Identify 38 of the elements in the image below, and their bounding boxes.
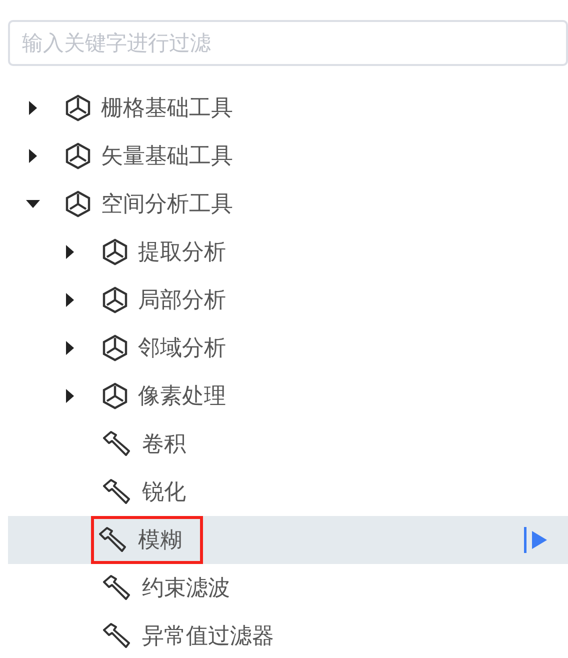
tree-label: 约束滤波 — [142, 575, 230, 603]
tree-row[interactable]: 提取分析 — [8, 228, 568, 276]
hammer-icon — [98, 526, 128, 554]
tree-row[interactable]: 邻域分析 — [8, 324, 568, 372]
cube-icon — [102, 238, 128, 266]
tree-row[interactable]: 锐化 — [8, 468, 568, 516]
hammer-icon — [102, 478, 132, 506]
selected-tree-row[interactable]: 模糊 — [8, 516, 568, 564]
hammer-icon — [102, 622, 132, 650]
cube-icon — [102, 286, 128, 314]
tree-row[interactable]: 卷积 — [8, 420, 568, 468]
tree-label: 提取分析 — [138, 239, 226, 267]
search-field[interactable]: 输入关键字进行过滤 — [8, 20, 568, 66]
run-icon — [523, 526, 549, 554]
tree-row[interactable]: 局部分析 — [8, 276, 568, 324]
tree-label: 异常值过滤器 — [142, 623, 274, 651]
cube-icon — [102, 382, 128, 410]
cube-icon — [65, 94, 91, 122]
tree-row[interactable]: 栅格基础工具 — [8, 84, 568, 132]
tree-label: 锐化 — [142, 479, 186, 507]
tree-label: 像素处理 — [138, 383, 226, 411]
tree-label: 模糊 — [138, 527, 182, 555]
tree-label: 局部分析 — [138, 287, 226, 315]
tree-row[interactable]: 约束滤波 — [8, 564, 568, 612]
tree-label: 空间分析工具 — [101, 191, 233, 219]
tree-row[interactable]: 矢量基础工具 — [8, 132, 568, 180]
tree-label: 矢量基础工具 — [101, 143, 233, 171]
cube-icon — [102, 334, 128, 362]
tree-label: 卷积 — [142, 431, 186, 459]
tree-row[interactable]: 空间分析工具 — [8, 180, 568, 228]
tree-label: 栅格基础工具 — [101, 95, 233, 123]
tree-row[interactable]: 像素处理 — [8, 372, 568, 420]
tree-row[interactable]: 异常值过滤器 — [8, 612, 568, 658]
tree-label: 邻域分析 — [138, 335, 226, 363]
cube-icon — [65, 142, 91, 170]
hammer-icon — [102, 430, 132, 458]
cube-icon — [65, 190, 91, 218]
hammer-icon — [102, 574, 132, 602]
